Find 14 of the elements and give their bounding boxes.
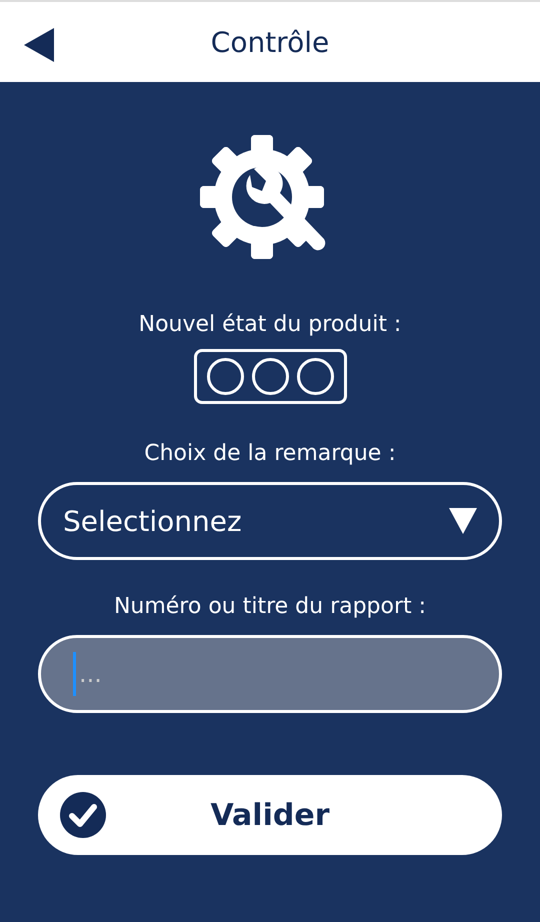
report-label: Numéro ou titre du rapport : bbox=[114, 594, 426, 619]
state-label: Nouvel état du produit : bbox=[138, 312, 402, 337]
back-icon[interactable] bbox=[24, 28, 54, 62]
remark-label: Choix de la remarque : bbox=[144, 441, 396, 466]
text-cursor bbox=[73, 652, 76, 696]
remark-dropdown[interactable]: Selectionnez bbox=[38, 482, 502, 560]
page-title: Contrôle bbox=[210, 26, 330, 58]
check-circle-icon bbox=[60, 792, 106, 838]
validate-button[interactable]: Valider bbox=[38, 775, 502, 855]
state-radio[interactable] bbox=[296, 358, 334, 395]
state-radio[interactable] bbox=[206, 358, 244, 395]
caret-icon bbox=[449, 508, 477, 534]
report-input-field[interactable]: ... bbox=[38, 635, 502, 713]
state-radio[interactable] bbox=[252, 358, 288, 395]
